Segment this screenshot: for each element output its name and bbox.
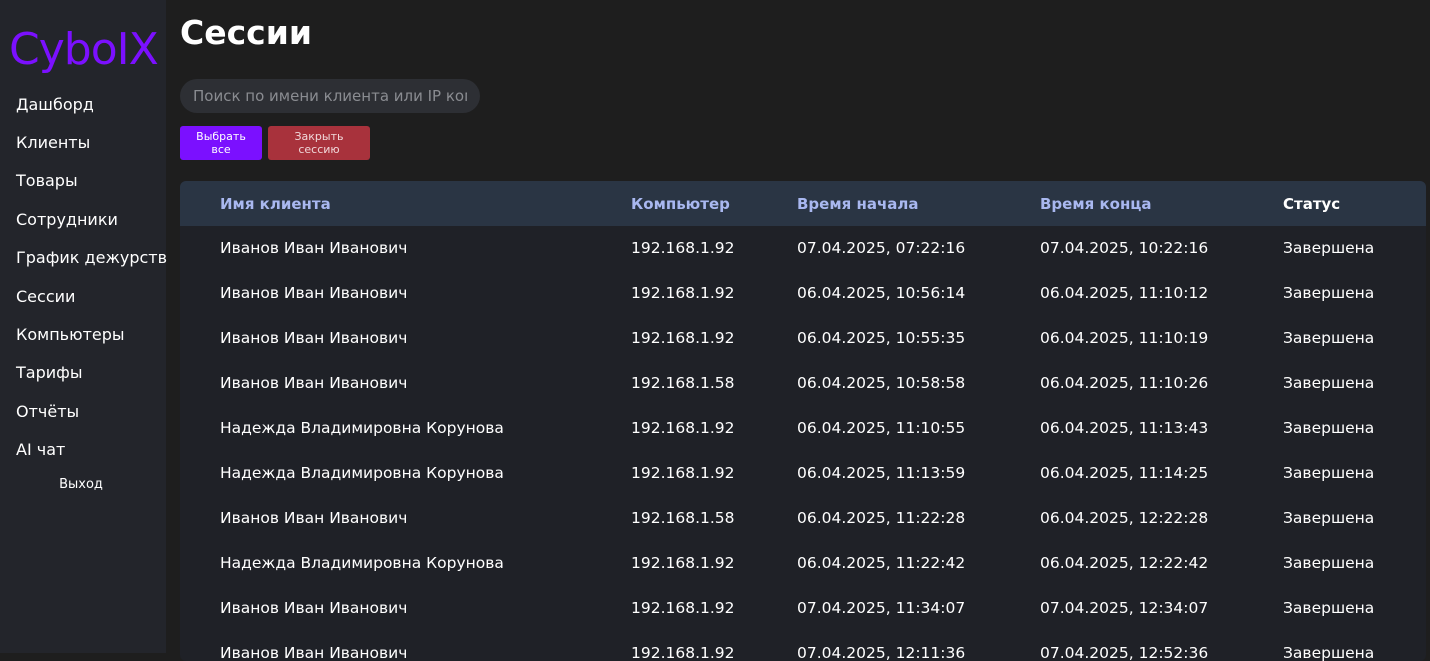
cell-start-time: 07.04.2025, 07:22:16 xyxy=(797,239,966,257)
cell-client-name: Иванов Иван Иванович xyxy=(220,374,408,392)
cell-end-time: 06.04.2025, 11:10:26 xyxy=(1040,374,1209,392)
cell-start-time: 06.04.2025, 11:10:55 xyxy=(797,419,966,437)
page-title: Сессии xyxy=(180,13,312,52)
cell-computer: 192.168.1.92 xyxy=(631,554,735,572)
cell-client-name: Иванов Иван Иванович xyxy=(220,509,408,527)
cell-status: Завершена xyxy=(1283,374,1375,392)
sidebar-item-duty-schedule[interactable]: График дежурств xyxy=(16,248,167,268)
search-input[interactable] xyxy=(180,79,480,113)
cell-start-time: 06.04.2025, 10:55:35 xyxy=(797,329,966,347)
cell-client-name: Иванов Иван Иванович xyxy=(220,329,408,347)
cell-client-name: Надежда Владимировна Корунова xyxy=(220,464,504,482)
cell-start-time: 06.04.2025, 11:22:42 xyxy=(797,554,966,572)
cell-end-time: 06.04.2025, 11:10:19 xyxy=(1040,329,1209,347)
cell-start-time: 06.04.2025, 10:58:58 xyxy=(797,374,966,392)
table-row[interactable]: Иванов Иван Иванович 192.168.1.92 06.04.… xyxy=(180,316,1426,361)
app-logo: CyboIX xyxy=(9,24,159,75)
main-content: Сессии Выбрать все Закрыть сессию Имя кл… xyxy=(166,0,1430,661)
cell-computer: 192.168.1.92 xyxy=(631,239,735,257)
cell-computer: 192.168.1.92 xyxy=(631,419,735,437)
column-header-client-name[interactable]: Имя клиента xyxy=(220,195,331,213)
cell-status: Завершена xyxy=(1283,554,1375,572)
column-header-status[interactable]: Статус xyxy=(1283,195,1340,213)
cell-status: Завершена xyxy=(1283,284,1375,302)
cell-computer: 192.168.1.58 xyxy=(631,374,735,392)
column-header-computer[interactable]: Компьютер xyxy=(631,195,730,213)
cell-end-time: 07.04.2025, 12:34:07 xyxy=(1040,599,1209,617)
cell-status: Завершена xyxy=(1283,419,1375,437)
logout-button[interactable]: Выход xyxy=(0,477,162,492)
sidebar-item-products[interactable]: Товары xyxy=(16,171,78,191)
cell-client-name: Иванов Иван Иванович xyxy=(220,239,408,257)
table-row[interactable]: Надежда Владимировна Корунова 192.168.1.… xyxy=(180,451,1426,496)
cell-end-time: 06.04.2025, 12:22:42 xyxy=(1040,554,1209,572)
cell-start-time: 06.04.2025, 11:13:59 xyxy=(797,464,966,482)
table-row[interactable]: Иванов Иван Иванович 192.168.1.58 06.04.… xyxy=(180,361,1426,406)
select-all-button[interactable]: Выбрать все xyxy=(180,126,262,160)
sidebar-item-dashboard[interactable]: Дашборд xyxy=(16,95,94,115)
cell-computer: 192.168.1.92 xyxy=(631,329,735,347)
column-header-end-time[interactable]: Время конца xyxy=(1040,195,1152,213)
cell-end-time: 06.04.2025, 11:10:12 xyxy=(1040,284,1209,302)
sidebar: CyboIX Дашборд Клиенты Товары Сотрудники… xyxy=(0,0,167,653)
cell-end-time: 06.04.2025, 12:22:28 xyxy=(1040,509,1209,527)
table-row[interactable]: Надежда Владимировна Корунова 192.168.1.… xyxy=(180,406,1426,451)
cell-start-time: 06.04.2025, 10:56:14 xyxy=(797,284,966,302)
column-header-start-time[interactable]: Время начала xyxy=(797,195,918,213)
table-row[interactable]: Иванов Иван Иванович 192.168.1.92 07.04.… xyxy=(180,631,1426,661)
cell-start-time: 07.04.2025, 11:34:07 xyxy=(797,599,966,617)
cell-end-time: 07.04.2025, 10:22:16 xyxy=(1040,239,1209,257)
table-row[interactable]: Иванов Иван Иванович 192.168.1.58 06.04.… xyxy=(180,496,1426,541)
cell-end-time: 06.04.2025, 11:14:25 xyxy=(1040,464,1209,482)
table-row[interactable]: Иванов Иван Иванович 192.168.1.92 07.04.… xyxy=(180,586,1426,631)
cell-end-time: 06.04.2025, 11:13:43 xyxy=(1040,419,1209,437)
cell-status: Завершена xyxy=(1283,329,1375,347)
sidebar-item-computers[interactable]: Компьютеры xyxy=(16,325,125,345)
table-row[interactable]: Иванов Иван Иванович 192.168.1.92 07.04.… xyxy=(180,226,1426,271)
table-row[interactable]: Надежда Владимировна Корунова 192.168.1.… xyxy=(180,541,1426,586)
table-header: Имя клиента Компьютер Время начала Время… xyxy=(180,181,1426,226)
sidebar-item-ai-chat[interactable]: AI чат xyxy=(16,440,65,460)
cell-client-name: Иванов Иван Иванович xyxy=(220,599,408,617)
cell-computer: 192.168.1.58 xyxy=(631,509,735,527)
sidebar-item-clients[interactable]: Клиенты xyxy=(16,133,90,153)
sidebar-item-employees[interactable]: Сотрудники xyxy=(16,210,118,230)
cell-status: Завершена xyxy=(1283,464,1375,482)
cell-computer: 192.168.1.92 xyxy=(631,284,735,302)
sidebar-item-sessions[interactable]: Сессии xyxy=(16,287,75,307)
cell-status: Завершена xyxy=(1283,509,1375,527)
sessions-table: Имя клиента Компьютер Время начала Время… xyxy=(180,181,1426,661)
cell-client-name: Иванов Иван Иванович xyxy=(220,284,408,302)
cell-status: Завершена xyxy=(1283,239,1375,257)
cell-client-name: Надежда Владимировна Корунова xyxy=(220,419,504,437)
cell-computer: 192.168.1.92 xyxy=(631,464,735,482)
cell-computer: 192.168.1.92 xyxy=(631,599,735,617)
cell-client-name: Надежда Владимировна Корунова xyxy=(220,554,504,572)
sidebar-item-reports[interactable]: Отчёты xyxy=(16,402,79,422)
cell-status: Завершена xyxy=(1283,599,1375,617)
sidebar-item-tariffs[interactable]: Тарифы xyxy=(16,363,82,383)
cell-start-time: 06.04.2025, 11:22:28 xyxy=(797,509,966,527)
close-session-button[interactable]: Закрыть сессию xyxy=(268,126,370,160)
table-row[interactable]: Иванов Иван Иванович 192.168.1.92 06.04.… xyxy=(180,271,1426,316)
